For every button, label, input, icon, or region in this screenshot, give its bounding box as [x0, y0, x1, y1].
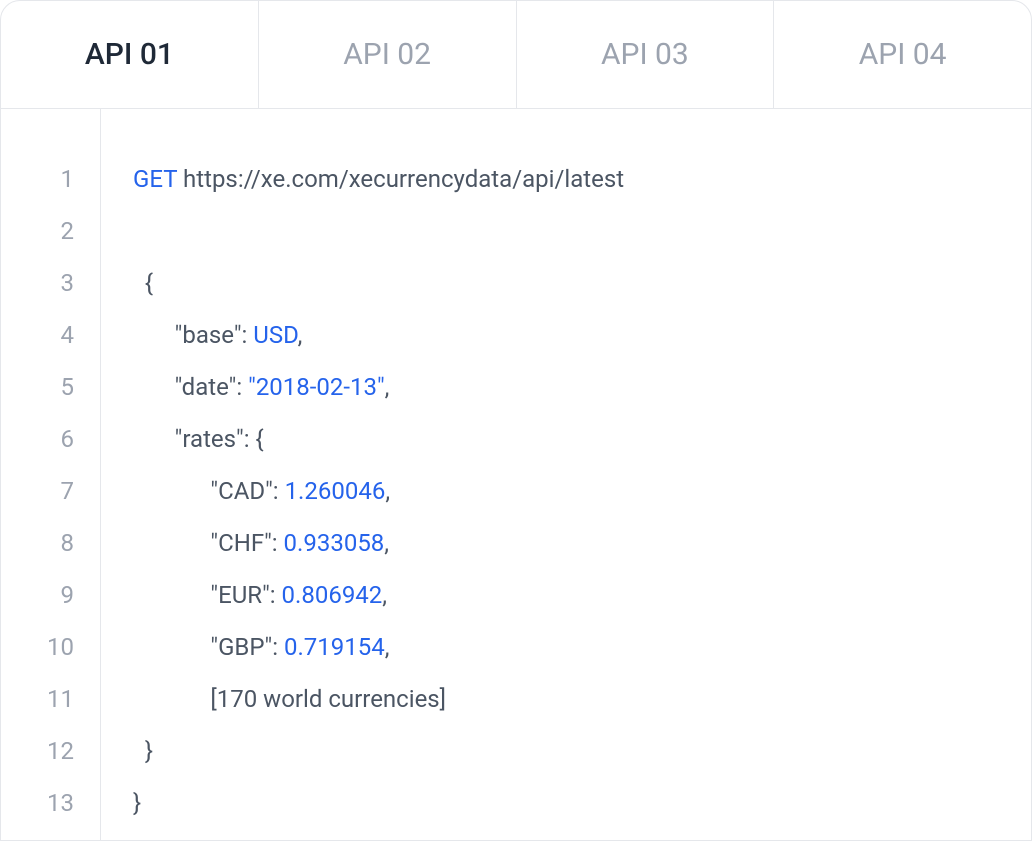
- line-number: 10: [1, 621, 100, 673]
- json-value: 0.806942: [282, 581, 383, 609]
- line-number: 1: [1, 153, 100, 205]
- line-number: 5: [1, 361, 100, 413]
- brace-close: }: [133, 789, 141, 817]
- code-line: }: [133, 777, 624, 829]
- line-number: 13: [1, 777, 100, 829]
- line-number: 9: [1, 569, 100, 621]
- tab-api-02[interactable]: API 02: [259, 1, 517, 108]
- line-number: 11: [1, 673, 100, 725]
- line-number-gutter: 1 2 3 4 5 6 7 8 9 10 11 12 13: [1, 109, 101, 840]
- code-line: [133, 205, 624, 257]
- line-number: 7: [1, 465, 100, 517]
- json-key: "base":: [175, 321, 254, 349]
- code-line: "base": USD,: [133, 309, 624, 361]
- line-number: 8: [1, 517, 100, 569]
- http-method: GET: [133, 165, 177, 193]
- json-key: "CHF":: [210, 529, 283, 557]
- json-value: 0.719154: [284, 633, 385, 661]
- code-line: [170 world currencies]: [133, 673, 624, 725]
- tab-bar: API 01 API 02 API 03 API 04: [1, 1, 1031, 109]
- tab-api-03[interactable]: API 03: [517, 1, 775, 108]
- code-line: {: [133, 257, 624, 309]
- code-line: }: [133, 725, 624, 777]
- code-line: GET https://xe.com/xecurrencydata/api/la…: [133, 153, 624, 205]
- line-number: 12: [1, 725, 100, 777]
- code-line: "rates": {: [133, 413, 624, 465]
- json-value: USD: [253, 321, 297, 349]
- code-line: "EUR": 0.806942,: [133, 569, 624, 621]
- tab-api-04[interactable]: API 04: [774, 1, 1031, 108]
- request-url: https://xe.com/xecurrencydata/api/latest: [183, 165, 624, 193]
- code-pane[interactable]: GET https://xe.com/xecurrencydata/api/la…: [101, 109, 624, 840]
- json-value: "2018-02-13": [248, 373, 385, 401]
- json-key: "date":: [175, 373, 248, 401]
- json-value: 1.260046: [285, 477, 386, 505]
- line-number: 2: [1, 205, 100, 257]
- code-line: "CHF": 0.933058,: [133, 517, 624, 569]
- brace-open: {: [145, 269, 153, 297]
- line-number: 6: [1, 413, 100, 465]
- json-key: "EUR":: [210, 581, 281, 609]
- json-note: [170 world currencies]: [210, 685, 446, 713]
- code-line: "GBP": 0.719154,: [133, 621, 624, 673]
- line-number: 3: [1, 257, 100, 309]
- code-editor: 1 2 3 4 5 6 7 8 9 10 11 12 13 GET https:…: [1, 109, 1031, 840]
- json-key: "GBP":: [210, 633, 284, 661]
- line-number: 4: [1, 309, 100, 361]
- code-line: "date": "2018-02-13",: [133, 361, 624, 413]
- json-key: "rates": {: [175, 425, 264, 453]
- brace-close: }: [145, 737, 153, 765]
- api-editor-window: API 01 API 02 API 03 API 04 1 2 3 4 5 6 …: [0, 0, 1032, 841]
- json-value: 0.933058: [284, 529, 385, 557]
- code-line: "CAD": 1.260046,: [133, 465, 624, 517]
- tab-api-01[interactable]: API 01: [1, 1, 259, 108]
- json-key: "CAD":: [210, 477, 284, 505]
